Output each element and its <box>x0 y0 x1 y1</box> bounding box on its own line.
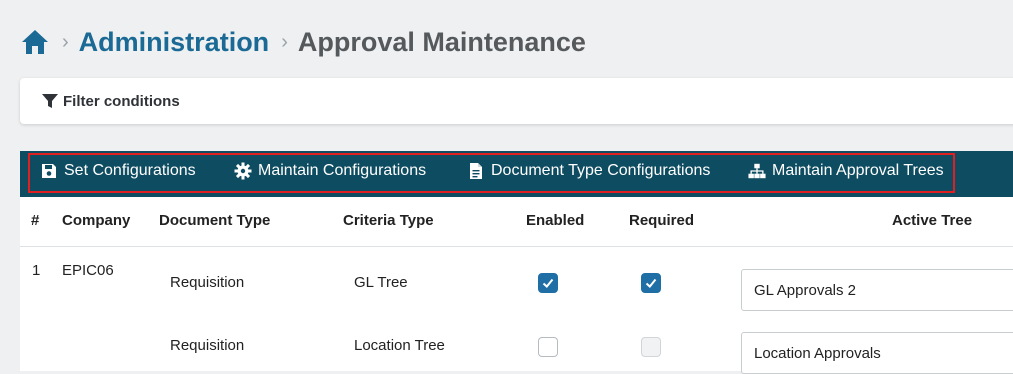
column-header-company: Company <box>62 212 131 229</box>
row-criteria-type: GL Tree <box>354 274 408 291</box>
home-icon[interactable] <box>20 28 50 56</box>
maintain-approval-trees-label: Maintain Approval Trees <box>772 162 944 179</box>
breadcrumb: › Administration › Approval Maintenance <box>20 24 586 60</box>
column-header-criteria-type: Criteria Type <box>343 212 434 229</box>
enabled-checkbox[interactable] <box>538 337 558 357</box>
row-document-type: Requisition <box>170 337 245 354</box>
filter-conditions-label: Filter conditions <box>63 92 180 110</box>
required-checkbox[interactable] <box>641 273 661 293</box>
column-header-document-type: Document Type <box>159 212 271 229</box>
maintain-configurations-label: Maintain Configurations <box>258 162 427 179</box>
header-divider <box>20 246 1013 247</box>
toolbar: Set Configurations Maintain Configuratio… <box>20 151 1013 197</box>
filter-icon <box>42 94 58 108</box>
row-criteria-type: Location Tree <box>354 337 445 354</box>
active-tree-select[interactable]: Location Approvals <box>741 332 1013 374</box>
breadcrumb-administration-link[interactable]: Administration <box>79 27 270 58</box>
maintain-approval-trees-button[interactable]: Maintain Approval Trees <box>748 162 944 180</box>
active-tree-select[interactable]: GL Approvals 2 <box>741 269 1013 311</box>
set-configurations-label: Set Configurations <box>64 162 196 179</box>
row-company: EPIC06 <box>62 262 114 279</box>
chevron-right-icon: › <box>281 30 288 53</box>
document-type-configurations-label: Document Type Configurations <box>491 162 711 179</box>
filter-conditions-bar[interactable]: Filter conditions <box>20 78 1013 124</box>
enabled-checkbox[interactable] <box>538 273 558 293</box>
maintain-configurations-button[interactable]: Maintain Configurations <box>234 162 426 180</box>
hierarchy-icon <box>748 163 766 179</box>
check-icon <box>645 278 657 288</box>
document-icon <box>470 163 482 179</box>
save-icon <box>42 164 56 178</box>
column-header-enabled: Enabled <box>526 212 585 229</box>
row-document-type: Requisition <box>170 274 245 291</box>
page-title: Approval Maintenance <box>297 26 586 57</box>
gear-icon <box>234 162 252 180</box>
column-header-active-tree: Active Tree <box>892 212 973 229</box>
required-checkbox <box>641 337 661 357</box>
column-header-required: Required <box>629 212 695 229</box>
check-icon <box>542 278 554 288</box>
chevron-right-icon: › <box>62 30 69 53</box>
column-header-index: # <box>31 212 40 229</box>
active-tree-value: GL Approvals 2 <box>754 281 857 299</box>
row-index: 1 <box>32 262 41 279</box>
document-type-configurations-button[interactable]: Document Type Configurations <box>467 162 710 180</box>
set-configurations-button[interactable]: Set Configurations <box>40 162 196 180</box>
active-tree-value: Location Approvals <box>754 344 881 362</box>
